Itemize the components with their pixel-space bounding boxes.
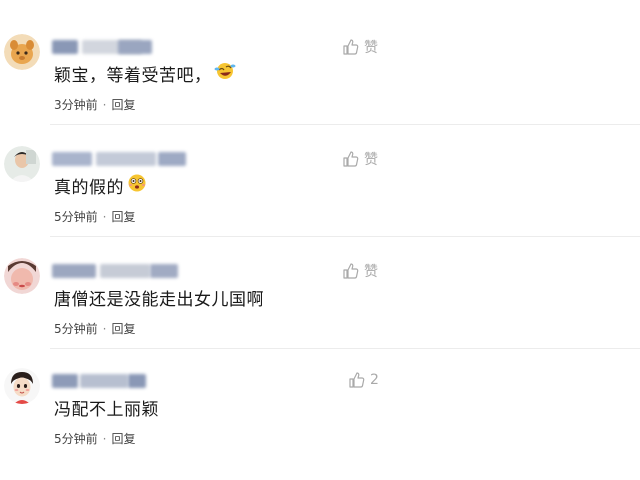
reply-button[interactable]: 回复 [111, 208, 135, 225]
divider [50, 348, 640, 349]
laughing-crying-emoji [214, 61, 236, 86]
username-blurred[interactable] [52, 264, 192, 278]
comment-meta: 5分钟前 · 回复 [54, 320, 135, 337]
avatar[interactable] [4, 258, 40, 294]
timestamp: 5分钟前 [54, 210, 98, 224]
comment-meta: 5分钟前 · 回复 [54, 430, 135, 447]
username-blurred[interactable] [52, 40, 192, 54]
comment-item: 赞 唐僧还是没能走出女儿国啊 5分钟前 · 回复 [0, 258, 640, 370]
like-button[interactable]: 赞 [342, 149, 378, 169]
comment-text-content: 真的假的 [54, 178, 124, 198]
comment-text-content: 冯配不上丽颖 [54, 400, 159, 420]
like-label: 赞 [364, 152, 378, 168]
reply-button[interactable]: 回复 [111, 96, 135, 113]
thumbs-up-icon [349, 372, 365, 388]
comment-item: 赞 颖宝，等着受苦吧， 3分钟前 · 回复 [0, 34, 640, 146]
separator-dot: · [102, 209, 107, 224]
timestamp: 5分钟前 [54, 322, 98, 336]
like-button[interactable]: 赞 [342, 261, 378, 281]
separator-dot: · [102, 431, 107, 446]
separator-dot: · [102, 97, 107, 112]
avatar[interactable] [4, 34, 40, 70]
timestamp: 5分钟前 [54, 432, 98, 446]
comment-text: 冯配不上丽颖 [54, 395, 159, 420]
timestamp: 3分钟前 [54, 98, 98, 112]
comment-text-content: 唐僧还是没能走出女儿国啊 [54, 290, 264, 310]
thumbs-up-icon [343, 263, 359, 279]
like-button[interactable]: 2 [348, 371, 379, 389]
divider [50, 124, 640, 125]
username-blurred[interactable] [52, 374, 192, 388]
avatar[interactable] [4, 146, 40, 182]
avatar[interactable] [4, 368, 40, 404]
separator-dot: · [102, 321, 107, 336]
thumbs-up-icon [343, 151, 359, 167]
comment-item: 2 冯配不上丽颖 5分钟前 · 回复 [0, 368, 640, 480]
comment-text: 真的假的 [54, 173, 148, 198]
reply-button[interactable]: 回复 [111, 430, 135, 447]
thumbs-up-icon [343, 39, 359, 55]
like-label: 赞 [364, 40, 378, 56]
like-count: 2 [370, 372, 379, 388]
comment-text: 颖宝，等着受苦吧， [54, 61, 236, 86]
comment-meta: 5分钟前 · 回复 [54, 208, 135, 225]
reply-button[interactable]: 回复 [111, 320, 135, 337]
comment-text-content: 颖宝，等着受苦吧， [54, 66, 212, 86]
comment-text: 唐僧还是没能走出女儿国啊 [54, 285, 264, 310]
username-blurred[interactable] [52, 152, 192, 166]
comment-meta: 3分钟前 · 回复 [54, 96, 135, 113]
like-label: 赞 [364, 264, 378, 280]
surprised-emoji [126, 173, 148, 198]
like-button[interactable]: 赞 [342, 37, 378, 57]
comment-item: 赞 真的假的 5分钟前 · 回复 [0, 146, 640, 258]
divider [50, 236, 640, 237]
